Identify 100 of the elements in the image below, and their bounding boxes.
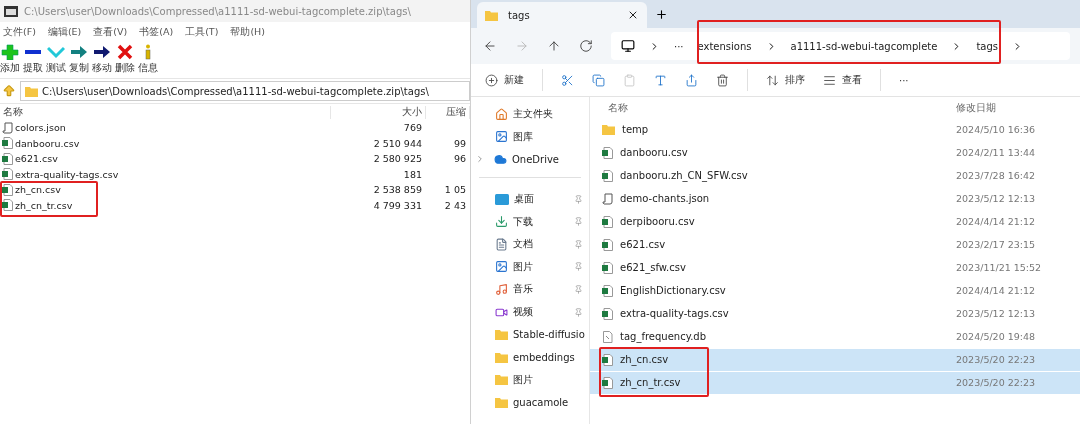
sidebar-item[interactable]: Stable-diffusio [471, 323, 589, 346]
sidebar-item[interactable]: 图库 [471, 125, 589, 149]
more-button[interactable]: ··· [899, 74, 909, 86]
file-row[interactable]: EnglishDictionary.csv 2024/4/14 21:12 [590, 280, 1080, 302]
copy-icon [592, 73, 605, 87]
folder-icon [602, 124, 615, 136]
back-button[interactable] [483, 39, 497, 53]
rename-button[interactable] [654, 73, 667, 87]
sidebar-item[interactable]: 视频 [471, 300, 589, 324]
toolbar-button[interactable]: 信息 [138, 44, 158, 75]
size-cell-text: 2 538 859 [372, 184, 423, 196]
path-field[interactable]: C:\Users\user\Downloads\Compressed\a1111-sd-webui-tagcomplete.zip\tags\ [20, 81, 470, 101]
sidebar-item[interactable]: 文档 [471, 232, 589, 256]
file-name: extra-quality-tags.csv [15, 168, 119, 180]
file-row[interactable]: e621.csv 2023/2/17 23:15 [590, 234, 1080, 256]
sidebar-item[interactable]: 音乐 [471, 278, 589, 301]
file-row[interactable]: zh_cn_tr.csv 2023/5/20 22:23 [590, 372, 1080, 394]
image-icon [495, 260, 508, 274]
menu-item[interactable]: 工具(T) [185, 25, 219, 39]
cut-button[interactable] [561, 73, 574, 87]
column-header[interactable]: 大小 [331, 105, 426, 119]
chevron-icon [475, 154, 485, 165]
packed-cell-text: 1 05 [443, 184, 467, 196]
spreadsheet-file-icon [602, 146, 613, 159]
file-row[interactable]: tag_frequency.db 2024/5/20 19:48 [590, 326, 1080, 348]
file-name: danbooru.csv [15, 137, 80, 149]
menu-item[interactable]: 文件(F) [3, 25, 36, 39]
folder-icon [495, 396, 508, 408]
copy-button[interactable] [592, 73, 605, 87]
sort-button[interactable]: 排序 [766, 73, 805, 87]
sort-icon [766, 73, 779, 87]
breadcrumb[interactable]: tags [976, 40, 998, 52]
menu-item[interactable]: 书签(A) [139, 25, 174, 39]
spreadsheet-file-icon [602, 169, 613, 182]
folder-icon [495, 374, 508, 386]
column-header[interactable]: 名称 [590, 101, 950, 115]
rename-icon [654, 73, 667, 87]
monitor-icon [621, 39, 635, 53]
toolbar-button[interactable]: 复制 [69, 44, 89, 75]
sidebar-item[interactable]: 下载 [471, 210, 589, 233]
plus-icon [1, 44, 19, 60]
up-folder-icon [2, 84, 16, 98]
size-cell-text: 2 510 944 [372, 137, 423, 149]
menu-item[interactable]: 编辑(E) [47, 25, 82, 39]
breadcrumb[interactable]: extensions [697, 40, 752, 52]
more-crumbs[interactable]: ··· [674, 40, 684, 52]
file-row[interactable]: zh_cn.csv 2023/5/20 22:23 [590, 349, 1080, 371]
file-row[interactable]: extra-quality-tags.csv 2023/5/12 12:13 [590, 303, 1080, 325]
cross-icon [116, 44, 134, 60]
script-file-icon [2, 121, 13, 134]
window-title: C:\Users\user\Downloads\Compressed\a1111-sd-webui-tagcomplete.zip\tags\ [24, 5, 411, 17]
sidebar-item[interactable]: OneDrive [471, 148, 589, 171]
refresh-button[interactable] [579, 39, 593, 53]
spreadsheet-file-icon [602, 215, 613, 228]
arrow-icon [70, 44, 88, 60]
up-button[interactable] [547, 39, 561, 53]
folder-icon [495, 329, 508, 341]
trash-icon [716, 73, 729, 87]
file-name: zh_cn_tr.csv [15, 199, 73, 211]
size-cell-text: 769 [402, 122, 423, 134]
sidebar-item[interactable]: 图片 [471, 368, 589, 392]
file-row[interactable]: danbooru.zh_CN_SFW.csv 2023/7/28 16:42 [590, 165, 1080, 187]
address-bar[interactable]: ··· extensions a1111-sd-webui-tagcomplete tags [611, 32, 1070, 60]
file-name: zh_cn.csv [15, 184, 61, 196]
sidebar-item[interactable]: 主文件夹 [471, 103, 589, 126]
file-row[interactable]: danbooru.csv 2024/2/11 13:44 [590, 142, 1080, 164]
new-tab-icon [655, 8, 668, 21]
pin-icon [574, 307, 583, 317]
view-button[interactable]: 查看 [823, 73, 862, 87]
file-row[interactable]: demo-chants.json 2023/5/12 12:13 [590, 188, 1080, 210]
menu-item[interactable]: 查看(V) [93, 25, 128, 39]
document-icon [495, 237, 508, 251]
file-row[interactable]: e621_sfw.csv 2023/11/21 15:52 [590, 257, 1080, 279]
toolbar-button[interactable]: 添加 [0, 44, 20, 75]
column-header[interactable]: 修改日期 [950, 101, 1080, 115]
breadcrumb[interactable]: a1111-sd-webui-tagcomplete [790, 40, 938, 52]
spreadsheet-file-icon [602, 353, 613, 366]
file-row[interactable]: derpibooru.csv 2024/4/14 21:12 [590, 211, 1080, 233]
column-header[interactable]: 名称 [0, 105, 331, 119]
script-file-icon [602, 192, 613, 205]
tab[interactable]: tags [477, 2, 647, 28]
size-cell-text: 181 [402, 168, 423, 180]
new-button[interactable]: 新建 [485, 73, 524, 87]
paste-icon [623, 73, 636, 87]
folder-icon [25, 85, 38, 97]
share-button[interactable] [685, 73, 698, 87]
toolbar-button[interactable]: 移动 [92, 44, 112, 75]
sidebar-item[interactable]: 桌面 [471, 187, 589, 211]
delete-button[interactable] [716, 73, 729, 87]
toolbar-button[interactable]: 删除 [115, 44, 135, 75]
sidebar-item[interactable]: guacamole [471, 391, 589, 414]
sidebar-item[interactable]: 图片 [471, 255, 589, 279]
toolbar-button[interactable]: 测试 [46, 44, 66, 75]
menu-item[interactable]: 帮助(H) [230, 25, 265, 39]
column-header[interactable]: 压缩 [426, 105, 470, 119]
folder-icon [495, 351, 508, 363]
toolbar-button[interactable]: 提取 [23, 44, 43, 75]
sidebar-item[interactable]: embeddings [471, 345, 589, 369]
chevron-icon [1012, 40, 1023, 52]
file-row[interactable]: temp 2024/5/10 16:36 [590, 119, 1080, 141]
